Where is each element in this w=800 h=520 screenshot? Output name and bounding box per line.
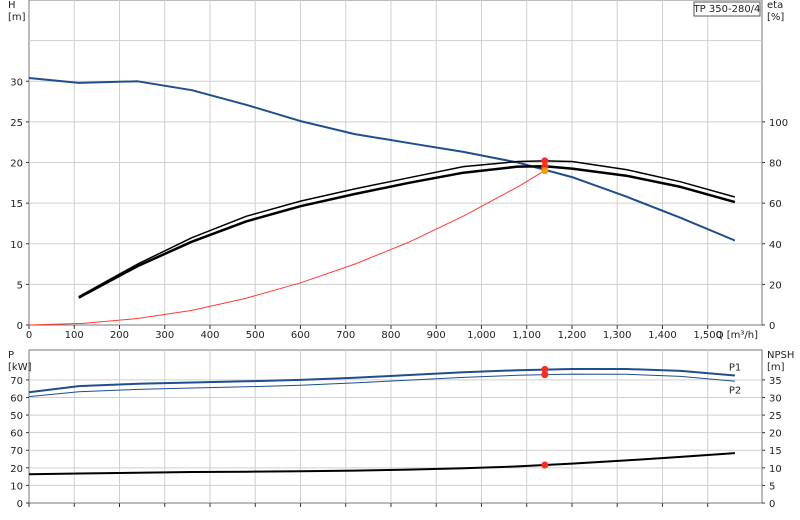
panel2-y-right-tick-label: 25 xyxy=(769,411,782,422)
panel1-y-right-tick-label: 40 xyxy=(769,240,782,251)
panel2-y-tick-label: 50 xyxy=(10,411,23,422)
panel2-y-tick-label: 10 xyxy=(10,481,23,492)
panel2-series-label-P1: P1 xyxy=(729,363,741,374)
x-tick-label: 1,000 xyxy=(467,330,496,341)
panel2-y-tick-label: 70 xyxy=(10,446,23,457)
x-tick-label: 900 xyxy=(427,330,446,341)
panel2-y-right-tick-label: 30 xyxy=(769,393,782,404)
x-tick-label: 600 xyxy=(291,330,310,341)
panel2-y-tick-label: 20 xyxy=(10,464,23,475)
panel1-y-right-tick-label: 20 xyxy=(769,280,782,291)
panel1-y-right-tick-label: 0 xyxy=(769,321,775,332)
x-axis-label: Q [m³/h] xyxy=(716,330,758,341)
panel1-operating-point-3 xyxy=(541,167,549,175)
panel2-y-axis-label: P [kW] xyxy=(8,350,32,373)
x-tick-label: 1,200 xyxy=(558,330,587,341)
panel2-operating-point-3 xyxy=(541,461,549,469)
x-tick-label: 1,100 xyxy=(512,330,541,341)
x-tick-label: 400 xyxy=(200,330,219,341)
x-tick-label: 500 xyxy=(246,330,265,341)
x-tick-label: 700 xyxy=(336,330,355,341)
panel2-plot-area xyxy=(28,349,763,504)
panel2-y-tick-label: 60 xyxy=(10,393,23,404)
x-tick-label: 0 xyxy=(26,330,32,341)
panel1-y-axis-label: H [m] xyxy=(8,0,26,23)
panel2-y-right-tick-label: 15 xyxy=(769,446,782,457)
panel2-y-right-axis-label: NPSH [m] xyxy=(767,350,794,373)
panel2-y-tick-label: 70 xyxy=(10,376,23,387)
panel2-y-tick-label: 60 xyxy=(10,429,23,440)
panel1-y-tick-label: 5 xyxy=(17,280,23,291)
panel1-y-right-tick-label: 80 xyxy=(769,159,782,170)
panel1-y-tick-label: 15 xyxy=(10,199,23,210)
chart-title: TP 350-280/4 xyxy=(693,4,761,15)
panel1-y-tick-label: 20 xyxy=(10,159,23,170)
x-tick-label: 200 xyxy=(110,330,129,341)
x-tick-label: 1,300 xyxy=(603,330,632,341)
panel2-y-right-tick-label: 35 xyxy=(769,376,782,387)
panel1-y-right-tick-label: 100 xyxy=(769,118,788,129)
panel2-y-right-tick-label: 0 xyxy=(769,499,775,510)
pump-curve-chart: 051015202530020406080100H [m]eta [%]0 100 20… xyxy=(8,0,794,510)
panel1-y-tick-label: 10 xyxy=(10,240,23,251)
panel1-y-tick-label: 0 xyxy=(17,321,23,332)
panel1-y-tick-label: 25 xyxy=(10,118,23,129)
panel1-y-right-tick-label: 60 xyxy=(769,199,782,210)
panel2-series-label-P2: P2 xyxy=(729,385,741,396)
panel2-y-right-tick-label: 5 xyxy=(769,481,775,492)
x-tick-label: 100 xyxy=(65,330,84,341)
x-tick-label: 300 xyxy=(155,330,174,341)
panel2-operating-point-2 xyxy=(541,371,549,379)
panel2-y-right-tick-label: 10 xyxy=(769,464,782,475)
x-tick-label: 1,400 xyxy=(648,330,677,341)
panel2-y-right-tick-label: 20 xyxy=(769,429,782,440)
x-tick-label: 800 xyxy=(381,330,400,341)
panel2-y-tick-label: 0 xyxy=(17,499,23,510)
panel1-y-right-axis-label: eta [%] xyxy=(767,0,784,23)
panel1-y-tick-label: 30 xyxy=(10,77,23,88)
